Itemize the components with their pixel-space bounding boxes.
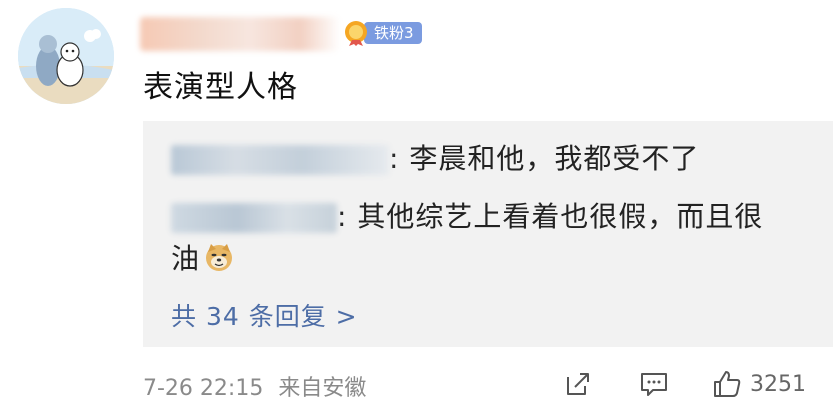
reply-item-continuation: 油: [171, 237, 234, 277]
reply-text: : 李晨和他，我都受不了: [389, 142, 700, 175]
reply-username[interactable]: [171, 203, 337, 233]
username[interactable]: [140, 17, 340, 51]
fan-badge: 铁粉3: [344, 20, 422, 46]
reply-text: 油: [171, 242, 201, 275]
comment-meta: 7-26 22:15 来自安徽: [143, 370, 366, 402]
location: 来自安徽: [278, 376, 367, 401]
reply-text: : 其他综艺上看着也很假，而且很: [337, 200, 764, 233]
fan-badge-label: 铁粉3: [364, 22, 422, 44]
comment-button[interactable]: [639, 368, 669, 400]
reply-box[interactable]: : 李晨和他，我都受不了 : 其他综艺上看着也很假，而且很 油 共 34 条回复…: [143, 121, 833, 347]
reply-item[interactable]: : 其他综艺上看着也很假，而且很: [171, 195, 763, 235]
comment-icon: [641, 373, 667, 396]
reply-item[interactable]: : 李晨和他，我都受不了: [171, 137, 699, 177]
avatar-image: [18, 8, 114, 104]
view-all-replies-link[interactable]: 共 34 条回复 >: [171, 297, 358, 333]
medal-icon: [345, 21, 367, 46]
like-count: 3251: [750, 371, 806, 397]
doge-emoji-icon: [206, 244, 233, 271]
avatar[interactable]: [18, 8, 114, 104]
timestamp: 7-26 22:15: [143, 376, 264, 401]
reply-username[interactable]: [171, 145, 389, 175]
thumbs-up-icon: [714, 371, 741, 397]
share-button[interactable]: [563, 368, 593, 400]
like-button[interactable]: 3251: [712, 368, 806, 400]
comment-text: 表演型人格: [143, 70, 298, 105]
share-icon: [567, 373, 589, 395]
